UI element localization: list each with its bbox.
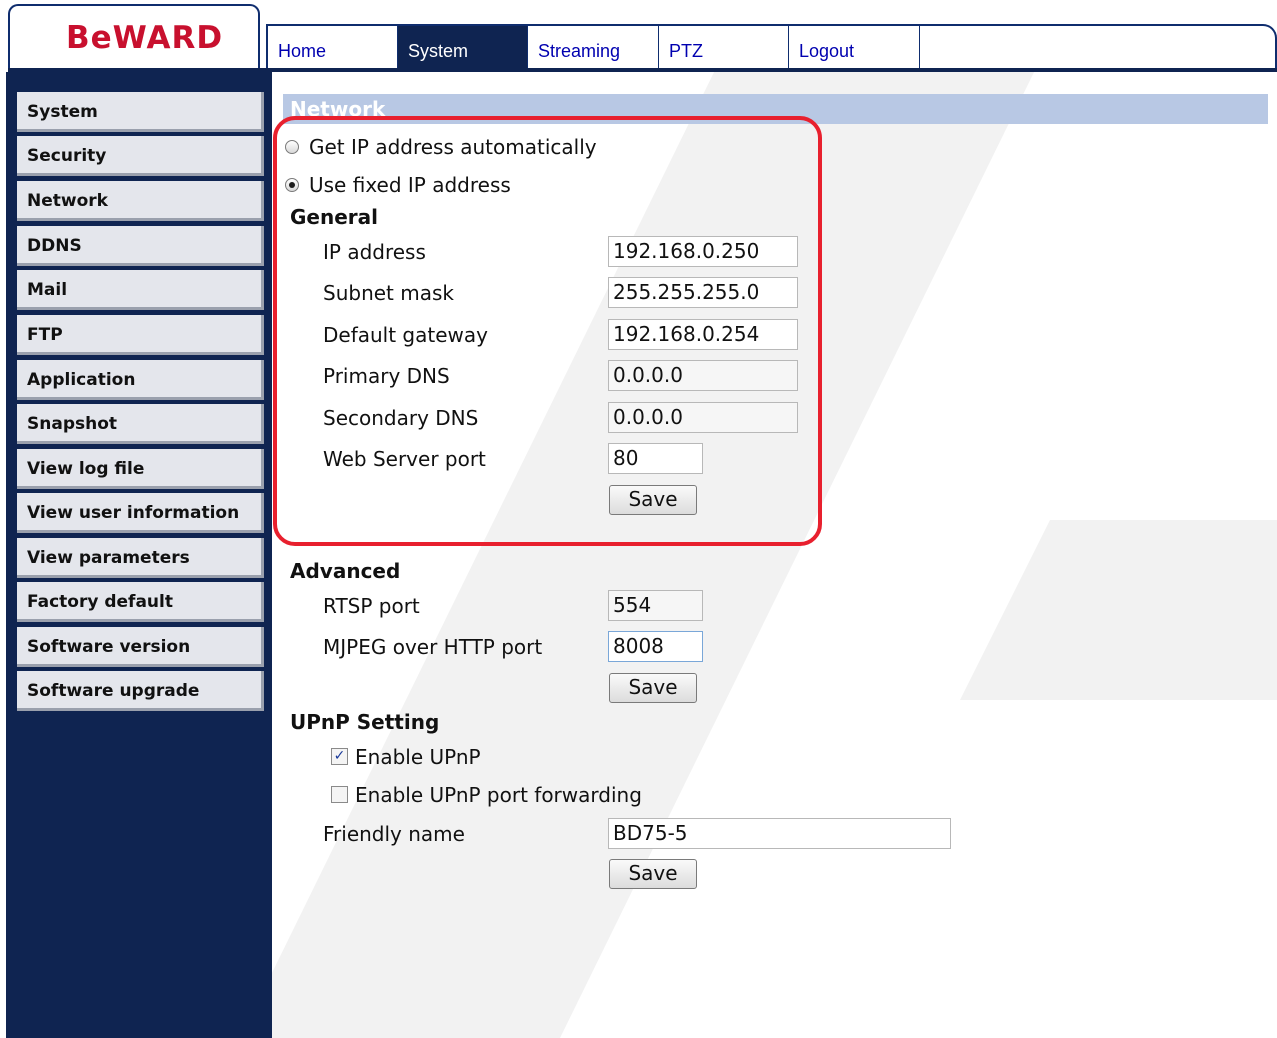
radio-auto-ip[interactable]	[285, 140, 299, 154]
sidebar-item-application[interactable]: Application	[17, 360, 264, 400]
primary-dns-label: Primary DNS	[323, 364, 450, 388]
auto-ip-label: Get IP address automatically	[309, 135, 597, 159]
sidebar-item-software-upgrade[interactable]: Software upgrade	[17, 671, 264, 711]
web-server-port-field[interactable]: 80	[608, 443, 703, 474]
top-header: BeWARD Home System Streaming PTZ Logout	[0, 0, 1277, 72]
rtsp-port-label: RTSP port	[323, 594, 420, 618]
enable-upnp-label: Enable UPnP	[355, 745, 481, 769]
secondary-dns-field[interactable]: 0.0.0.0	[608, 402, 798, 433]
sidebar-item-ddns[interactable]: DDNS	[17, 226, 264, 266]
upnp-port-forwarding-label: Enable UPnP port forwarding	[355, 783, 642, 807]
tab-ptz[interactable]: PTZ	[659, 26, 789, 70]
checkmark-icon: ✓	[333, 748, 346, 764]
advanced-save-button[interactable]: Save	[609, 673, 697, 703]
sidebar-item-security[interactable]: Security	[17, 136, 264, 176]
default-gateway-field[interactable]: 192.168.0.254	[608, 319, 798, 350]
top-navigation: Home System Streaming PTZ Logout	[266, 24, 1277, 70]
sidebar-item-view-user-information[interactable]: View user information	[17, 493, 264, 533]
section-title-bar	[283, 94, 1268, 124]
sidebar: System Security Network DDNS Mail FTP Ap…	[6, 72, 272, 1038]
mjpeg-port-field[interactable]: 8008	[608, 631, 703, 662]
rtsp-port-field[interactable]: 554	[608, 590, 703, 621]
sidebar-item-view-parameters[interactable]: View parameters	[17, 538, 264, 578]
subnet-mask-label: Subnet mask	[323, 281, 454, 305]
enable-upnp-checkbox[interactable]: ✓	[331, 748, 348, 765]
friendly-name-label: Friendly name	[323, 822, 465, 846]
friendly-name-field[interactable]: BD75-5	[608, 818, 951, 849]
beward-logo: BeWARD	[66, 20, 224, 56]
tab-system[interactable]: System	[398, 26, 528, 70]
sidebar-item-factory-default[interactable]: Factory default	[17, 582, 264, 622]
sidebar-item-mail[interactable]: Mail	[17, 270, 264, 310]
logo-area: BeWARD	[8, 4, 260, 70]
ip-address-label: IP address	[323, 240, 426, 264]
upnp-port-forwarding-checkbox[interactable]	[331, 786, 348, 803]
upnp-heading: UPnP Setting	[290, 710, 440, 734]
default-gateway-label: Default gateway	[323, 323, 488, 347]
radio-fixed-ip[interactable]	[285, 178, 299, 192]
tab-streaming[interactable]: Streaming	[528, 26, 659, 70]
secondary-dns-label: Secondary DNS	[323, 406, 479, 430]
fixed-ip-label: Use fixed IP address	[309, 173, 511, 197]
tab-logout[interactable]: Logout	[789, 26, 920, 70]
general-heading: General	[290, 205, 378, 229]
upnp-save-button[interactable]: Save	[609, 859, 697, 889]
general-save-button[interactable]: Save	[609, 485, 697, 515]
sidebar-item-ftp[interactable]: FTP	[17, 315, 264, 355]
sidebar-item-network[interactable]: Network	[17, 181, 264, 221]
sidebar-item-software-version[interactable]: Software version	[17, 627, 264, 667]
subnet-mask-field[interactable]: 255.255.255.0	[608, 277, 798, 308]
primary-dns-field[interactable]: 0.0.0.0	[608, 360, 798, 391]
sidebar-item-view-log-file[interactable]: View log file	[17, 449, 264, 489]
tab-home[interactable]: Home	[268, 26, 398, 70]
sidebar-item-snapshot[interactable]: Snapshot	[17, 404, 264, 444]
sidebar-item-system[interactable]: System	[17, 92, 264, 132]
section-title: Network	[290, 97, 386, 121]
web-server-port-label: Web Server port	[323, 447, 486, 471]
advanced-heading: Advanced	[290, 559, 401, 583]
mjpeg-port-label: MJPEG over HTTP port	[323, 635, 543, 659]
ip-address-field[interactable]: 192.168.0.250	[608, 236, 798, 267]
